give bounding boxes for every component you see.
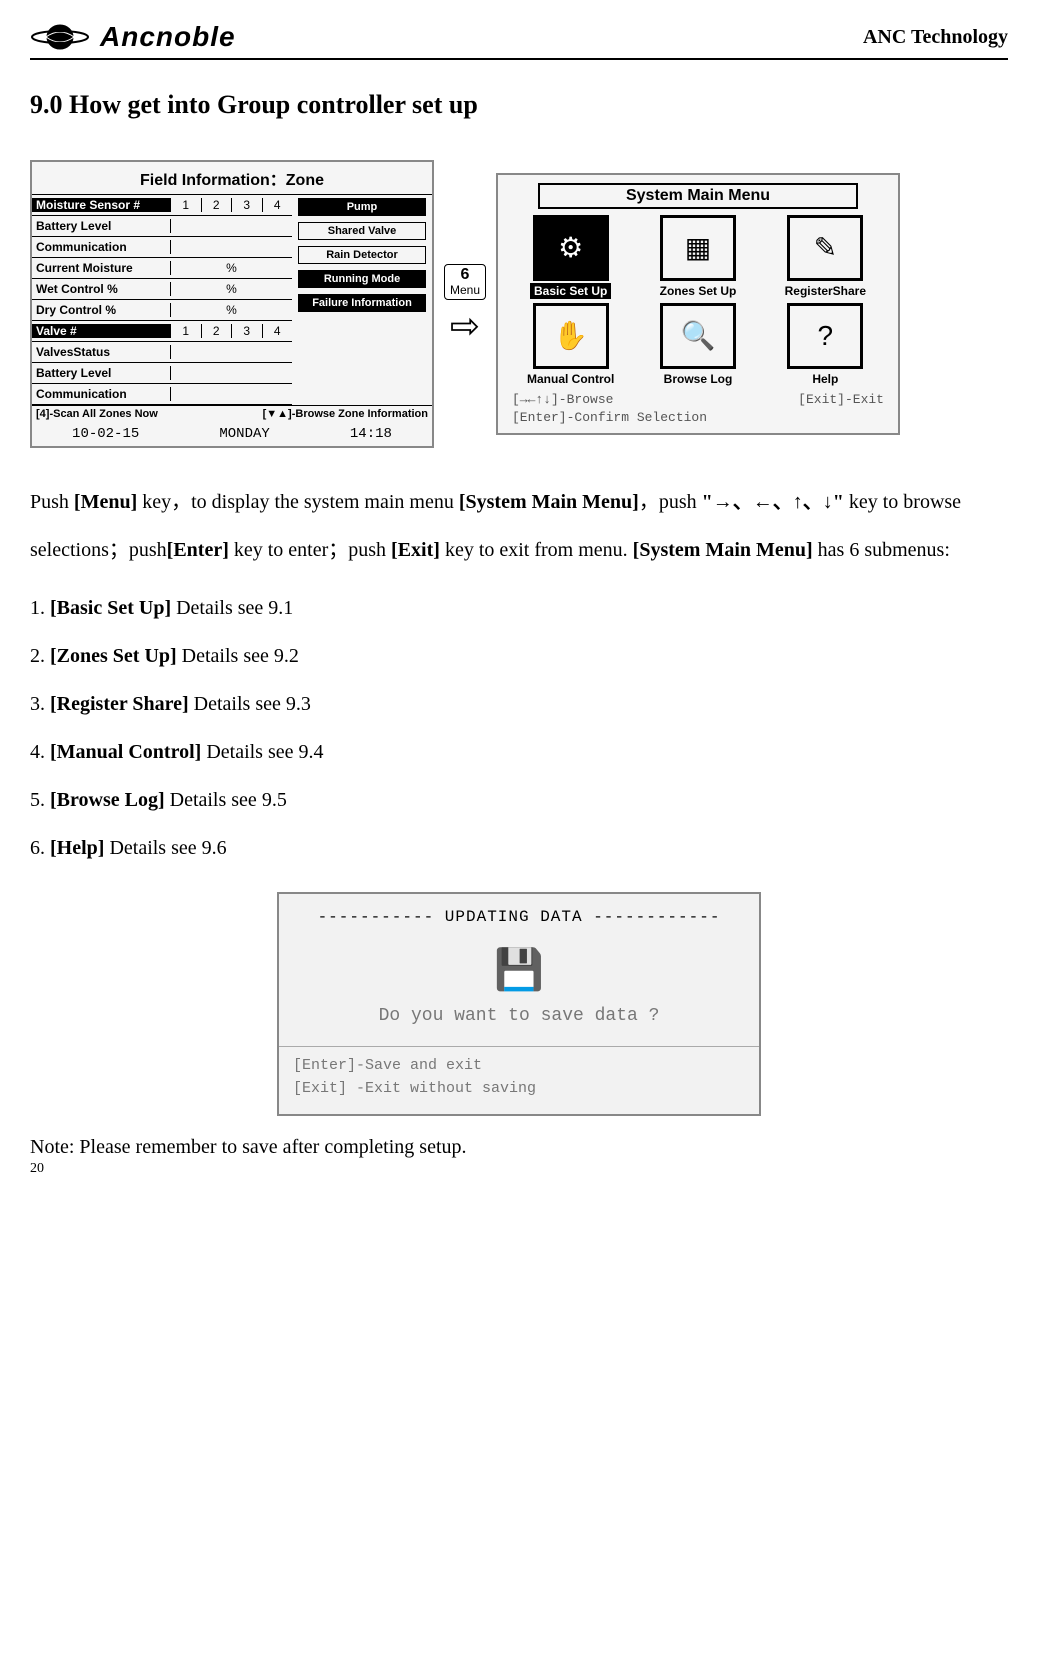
arrow-icon: ⇨	[450, 308, 480, 344]
section-title: 9.0 How get into Group controller set up	[30, 90, 1008, 120]
screen2-title: System Main Menu	[538, 183, 858, 209]
instruction-paragraph: Push [Menu] key，to display the system ma…	[30, 478, 1008, 574]
screen3-hint-exit: [Exit] -Exit without saving	[293, 1078, 745, 1101]
field-row: Dry Control %%	[32, 300, 292, 321]
status-time: 14:18	[350, 426, 392, 442]
menu-item: ⚙ Basic Set Up	[512, 215, 629, 299]
screen3-hint-enter: [Enter]-Save and exit	[293, 1055, 745, 1078]
menu-item: ? Help	[767, 303, 884, 387]
screen3-title: ----------- UPDATING DATA ------------	[279, 894, 759, 936]
field-info-screen: Field Information：Zone Moisture Sensor #…	[30, 160, 434, 448]
figures-row: Field Information：Zone Moisture Sensor #…	[30, 160, 1008, 448]
page-header: Ancnoble ANC Technology	[30, 20, 1008, 60]
field-row: Wet Control %%	[32, 279, 292, 300]
hint-exit: [Exit]-Exit	[798, 391, 884, 409]
menu-icon: ▦	[660, 215, 736, 281]
submenu-line: 2. [Zones Set Up] Details see 9.2	[30, 632, 1008, 680]
logo-text: Ancnoble	[100, 21, 236, 53]
field-row: Communication	[32, 384, 292, 405]
page-number: 20	[30, 1161, 1008, 1177]
field-row: ValvesStatus	[32, 342, 292, 363]
field-row: Battery Level	[32, 363, 292, 384]
screen1-title: Field Information：Zone	[32, 162, 432, 195]
logo: Ancnoble	[30, 20, 236, 54]
submenu-line: 6. [Help] Details see 9.6	[30, 824, 1008, 872]
field-row: Moisture Sensor #1234	[32, 195, 292, 216]
menu-caption: Browse Log	[660, 371, 737, 387]
menu-caption: Manual Control	[523, 371, 618, 387]
field-row: Current Moisture%	[32, 258, 292, 279]
hint-browse: [→←↑↓]-Browse	[512, 391, 613, 409]
disk-icon: 💾	[494, 946, 544, 996]
menu-item: 🔍 Browse Log	[639, 303, 756, 387]
submenu-line: 5. [Browse Log] Details see 9.5	[30, 776, 1008, 824]
screen1-foot-right: [▼▲]-Browse Zone Information	[263, 408, 428, 420]
side-button: Failure Information	[298, 294, 426, 312]
side-button: Running Mode	[298, 270, 426, 288]
status-date: 10-02-15	[72, 426, 139, 442]
submenu-line: 3. [Register Share] Details see 9.3	[30, 680, 1008, 728]
globe-icon	[30, 20, 90, 54]
menu-icon: ✋	[533, 303, 609, 369]
field-row: Battery Level	[32, 216, 292, 237]
status-day: MONDAY	[219, 426, 269, 442]
menu-caption: Help	[808, 371, 842, 387]
menu-item: ▦ Zones Set Up	[639, 215, 756, 299]
menu-item: ✋ Manual Control	[512, 303, 629, 387]
menu-keycap: 6 Menu	[444, 264, 486, 300]
field-row: Communication	[32, 237, 292, 258]
hint-enter: [Enter]-Confirm Selection	[512, 409, 884, 427]
menu-icon: ✎	[787, 215, 863, 281]
note-text: Note: Please remember to save after comp…	[30, 1136, 1008, 1159]
menu-caption: Zones Set Up	[656, 283, 741, 299]
header-right: ANC Technology	[863, 26, 1008, 49]
system-main-menu-screen: System Main Menu ⚙ Basic Set Up ▦ Zones Set…	[496, 173, 900, 435]
side-button: Shared Valve	[298, 222, 426, 240]
menu-item: ✎ RegisterShare	[767, 215, 884, 299]
menu-icon: 🔍	[660, 303, 736, 369]
screen3-question: Do you want to save data ?	[379, 1006, 660, 1026]
menu-caption: Basic Set Up	[530, 283, 611, 299]
screen1-foot-left: [4]-Scan All Zones Now	[36, 408, 158, 420]
side-button: Rain Detector	[298, 246, 426, 264]
updating-data-screen: ----------- UPDATING DATA ------------ 💾…	[277, 892, 761, 1116]
menu-icon: ?	[787, 303, 863, 369]
side-button: Pump	[298, 198, 426, 216]
transition-arrow: 6 Menu ⇨	[444, 264, 486, 344]
submenu-line: 4. [Manual Control] Details see 9.4	[30, 728, 1008, 776]
submenu-line: 1. [Basic Set Up] Details see 9.1	[30, 584, 1008, 632]
menu-caption: RegisterShare	[781, 283, 870, 299]
field-row: Valve #1234	[32, 321, 292, 342]
menu-icon: ⚙	[533, 215, 609, 281]
